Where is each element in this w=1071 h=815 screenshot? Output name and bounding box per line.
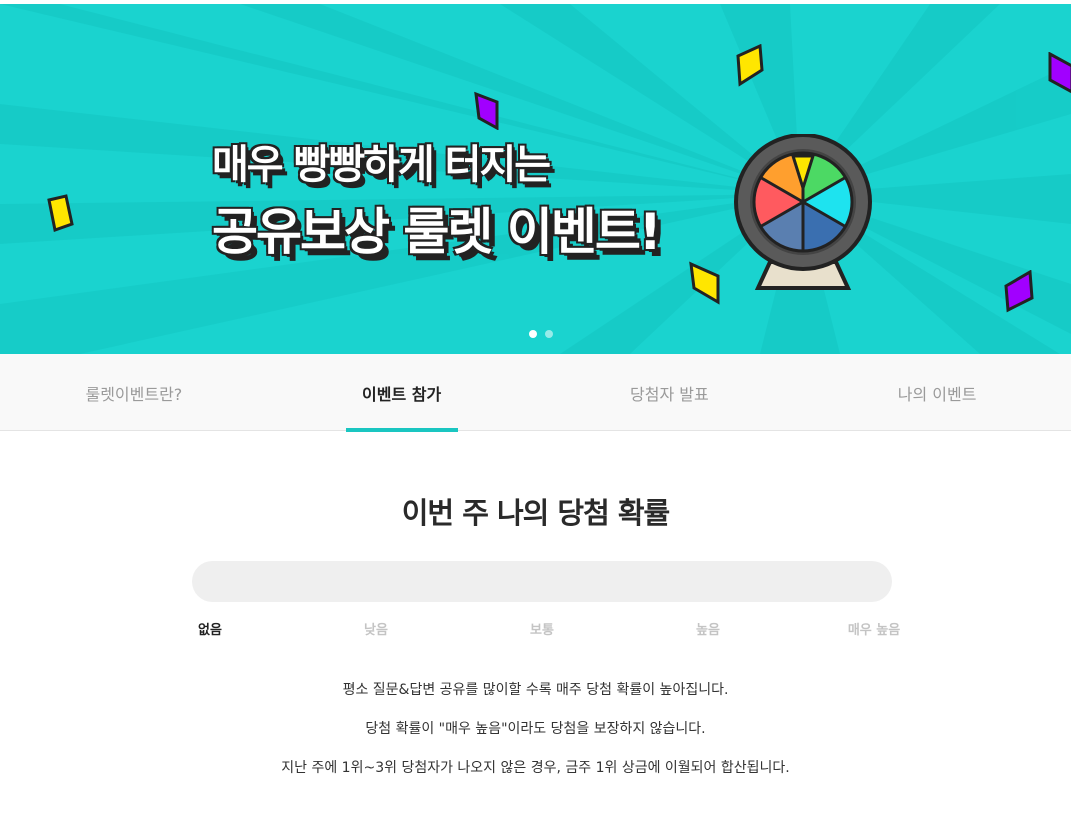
level-high: 높음 [696,623,720,638]
level-medium: 보통 [530,623,554,638]
confetti-yellow-icon [689,261,720,305]
note-line: 평소 질문&답변 공유를 많이할 수록 매주 당첨 확률이 높아집니다. [342,682,729,698]
carousel-dot-1[interactable] [529,330,537,338]
banner-headline-line1: 매우 빵빵하게 터지는 [212,142,551,188]
probability-title: 이번 주 나의 당첨 확률 [401,496,671,530]
tab-my-event[interactable]: 나의 이벤트 [803,354,1071,431]
confetti-purple-icon [1048,52,1071,94]
level-low: 낮음 [364,623,388,638]
carousel-indicator [529,330,553,338]
probability-levels: 없음 낮음 보통 높음 매우 높음 [0,619,1071,639]
confetti-yellow-icon [736,44,764,87]
level-very-high: 매우 높음 [847,623,901,638]
probability-bar [192,561,892,602]
note-line: 지난 주에 1위~3위 당첨자가 나오지 않은 경우, 금주 1위 상금에 이월… [281,760,790,776]
tab-winner-announcement[interactable]: 당첨자 발표 [536,354,804,431]
note-line: 당첨 확률이 "매우 높음"이라도 당첨을 보장하지 않습니다. [365,721,706,737]
banner-headline-line2: 공유보상 룰렛 이벤트! [212,203,662,261]
carousel-dot-2[interactable] [545,330,553,338]
event-notes: 평소 질문&답변 공유를 많이할 수록 매주 당첨 확률이 높아집니다. 당첨 … [0,680,1071,797]
roulette-wheel-icon [734,134,872,290]
confetti-yellow-icon [47,194,74,232]
confetti-purple-icon [1004,270,1034,313]
event-banner[interactable]: 매우 빵빵하게 터지는 공유보상 룰렛 이벤트! [0,4,1071,354]
event-tabs: 룰렛이벤트란? 이벤트 참가 당첨자 발표 나의 이벤트 [0,354,1071,432]
confetti-purple-icon [474,91,499,130]
tab-event-join[interactable]: 이벤트 참가 [268,354,536,432]
tab-roulette-info[interactable]: 룰렛이벤트란? [0,354,268,431]
level-none: 없음 [198,623,222,638]
